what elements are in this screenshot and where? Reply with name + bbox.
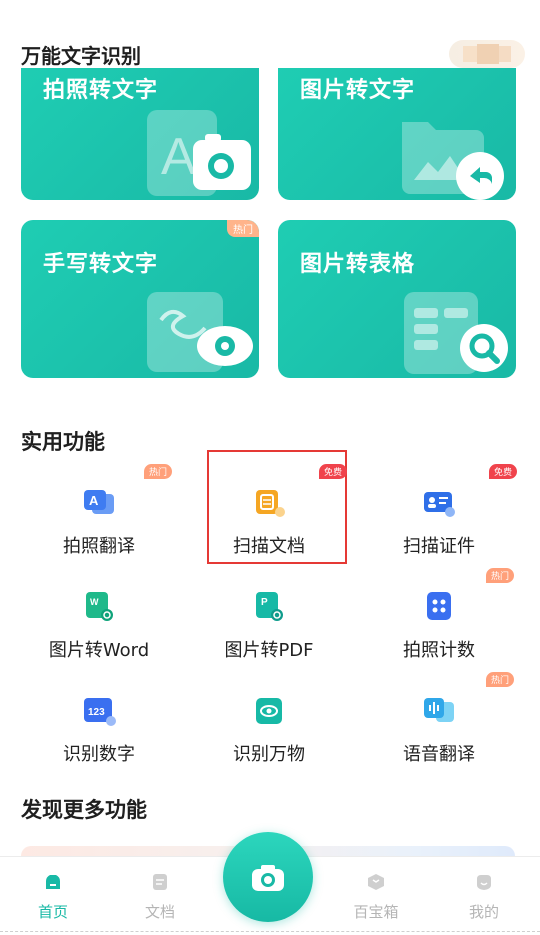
svg-text:P: P (261, 597, 268, 608)
tab-label: 文档 (144, 903, 175, 921)
divider (0, 931, 540, 932)
free-badge: 免费 (319, 464, 348, 479)
document-icon (153, 874, 167, 890)
feature-label: 图片转Word (48, 640, 150, 661)
photo-count-icon (427, 592, 451, 620)
tab-label: 首页 (37, 903, 68, 921)
card-title: 拍照转文字 (43, 78, 159, 103)
tab-docs[interactable]: 文档 (120, 857, 200, 935)
card-title: 手写转文字 (43, 252, 159, 277)
feature-label: 识别万物 (233, 744, 305, 765)
feature-recognize-digits[interactable]: 123 识别数字 (14, 668, 184, 768)
feature-recognize-objects[interactable]: 识别万物 (184, 668, 354, 768)
tab-toolbox[interactable]: 百宝箱 (336, 857, 416, 935)
card-image-to-text[interactable]: 图片转文字 (278, 68, 516, 200)
recognize-objects-icon (256, 698, 282, 724)
handwriting-eye-icon (147, 292, 253, 372)
svg-text:W: W (90, 597, 99, 607)
promo-pill[interactable] (449, 40, 525, 68)
scan-document-icon (256, 490, 285, 517)
camera-button[interactable] (223, 832, 313, 922)
toolbox-icon (368, 874, 384, 890)
card-handwriting-to-text[interactable]: 手写转文字 热门 (21, 220, 259, 378)
tab-mine[interactable]: 我的 (444, 857, 524, 935)
feature-label: 扫描证件 (403, 536, 475, 557)
feature-label: 语音翻译 (403, 744, 475, 765)
svg-text:A: A (89, 493, 99, 508)
table-search-icon (404, 292, 508, 374)
tab-label: 我的 (468, 903, 499, 921)
image-to-word-icon: W (86, 592, 113, 621)
feature-photo-translate[interactable]: 热门 A 拍照翻译 (14, 460, 184, 560)
free-badge: 免费 (489, 464, 518, 479)
hot-badge: 热门 (227, 220, 259, 237)
image-to-pdf-icon: P (256, 592, 283, 621)
recognize-digits-icon: 123 (84, 698, 116, 726)
feature-scan-id[interactable]: 免费 扫描证件 (354, 460, 524, 560)
feature-label: 识别数字 (63, 744, 135, 765)
card-photo-to-text[interactable]: 拍照转文字 A (21, 68, 259, 200)
feature-label: 图片转PDF (224, 640, 314, 661)
card-title: 图片转文字 (300, 78, 416, 103)
feature-label: 扫描文档 (233, 536, 305, 557)
home-icon (46, 875, 60, 889)
photo-translate-icon: A (84, 490, 114, 514)
feature-image-to-pdf[interactable]: P 图片转PDF (184, 564, 354, 664)
hot-badge: 热门 (486, 568, 515, 583)
camera-icon (252, 865, 284, 891)
feature-label: 拍照计数 (403, 640, 475, 661)
voice-translate-icon (424, 698, 454, 722)
feature-image-to-word[interactable]: W 图片转Word (14, 564, 184, 664)
hot-badge: 热门 (486, 672, 515, 687)
page-title: 万能文字识别 (21, 44, 141, 68)
scan-id-icon (424, 492, 455, 517)
feature-label: 拍照翻译 (63, 536, 135, 557)
svg-text:A: A (161, 128, 196, 186)
feature-scan-document[interactable]: 免费 扫描文档 (184, 460, 354, 560)
profile-icon (477, 875, 491, 890)
svg-text:123: 123 (88, 707, 105, 718)
feature-photo-count[interactable]: 热门 拍照计数 (354, 564, 524, 664)
tab-home[interactable]: 首页 (13, 857, 93, 935)
hot-badge: 热门 (144, 464, 173, 479)
section-title-discover: 发现更多功能 (21, 798, 147, 822)
card-image-to-table[interactable]: 图片转表格 (278, 220, 516, 378)
section-title-practical: 实用功能 (21, 430, 105, 454)
document-camera-icon: A (147, 110, 251, 196)
tab-label: 百宝箱 (353, 903, 399, 921)
card-title: 图片转表格 (300, 252, 416, 277)
feature-voice-translate[interactable]: 热门 语音翻译 (354, 668, 524, 768)
folder-reply-icon (402, 122, 504, 200)
